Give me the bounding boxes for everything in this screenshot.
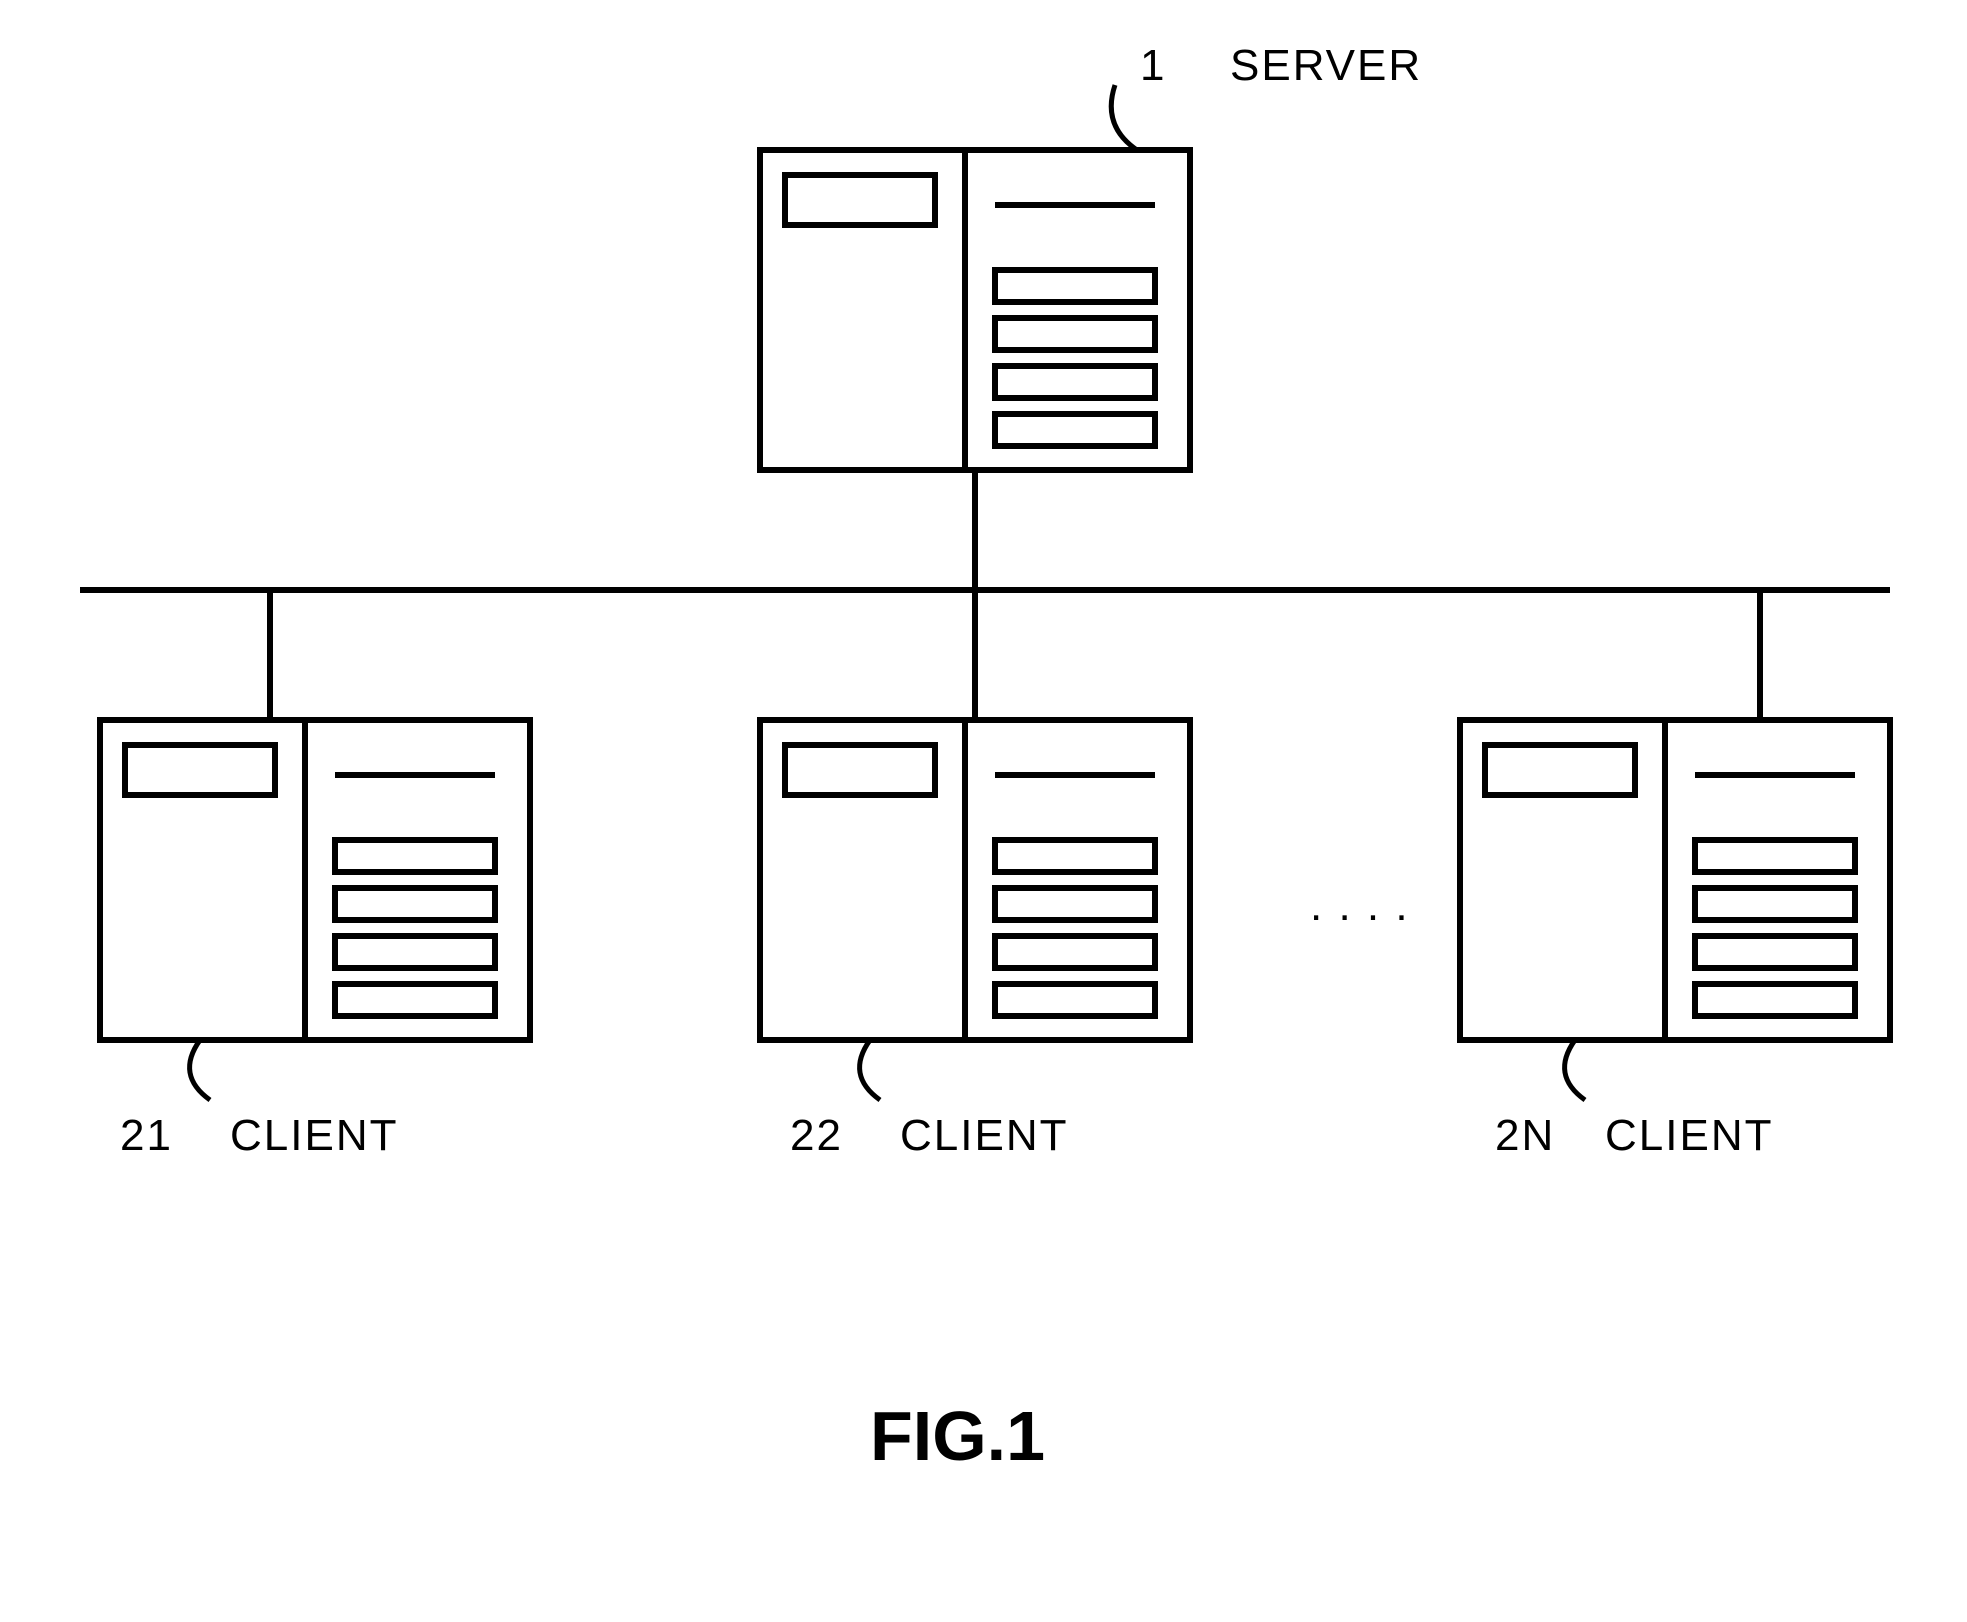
client-icon-1 — [100, 720, 530, 1040]
server-icon — [760, 150, 1190, 470]
svg-text:CLIENT: CLIENT — [230, 1111, 398, 1160]
client-node-2: 22 CLIENT — [760, 720, 1190, 1160]
svg-text:CLIENT: CLIENT — [900, 1111, 1068, 1160]
ellipsis: . . . . — [1310, 881, 1410, 930]
svg-text:1: 1 — [1140, 41, 1166, 90]
client1-label: CLIENT — [230, 1111, 398, 1160]
clientn-label: CLIENT — [1605, 1111, 1773, 1160]
svg-text:21: 21 — [120, 1111, 173, 1160]
client2-label: CLIENT — [900, 1111, 1068, 1160]
server-ref: 1 — [1140, 41, 1166, 90]
clientn-ref: 2N — [1495, 1111, 1555, 1160]
diagram: 1 SERVER . . . . — [0, 0, 1967, 1622]
svg-text:2N: 2N — [1495, 1111, 1555, 1160]
svg-text:22: 22 — [790, 1111, 843, 1160]
client1-ref: 21 — [120, 1111, 173, 1160]
client-node-1: 21 CLIENT — [100, 720, 530, 1160]
server-label: SERVER — [1230, 41, 1422, 90]
server-node: 1 SERVER — [760, 41, 1422, 590]
svg-text:CLIENT: CLIENT — [1605, 1111, 1773, 1160]
client-icon-2 — [760, 720, 1190, 1040]
svg-text:SERVER: SERVER — [1230, 41, 1422, 90]
client-icon-n — [1460, 720, 1890, 1040]
client-node-n: 2N CLIENT — [1460, 720, 1890, 1160]
figure-label: FIG.1 — [870, 1397, 1045, 1475]
client2-ref: 22 — [790, 1111, 843, 1160]
